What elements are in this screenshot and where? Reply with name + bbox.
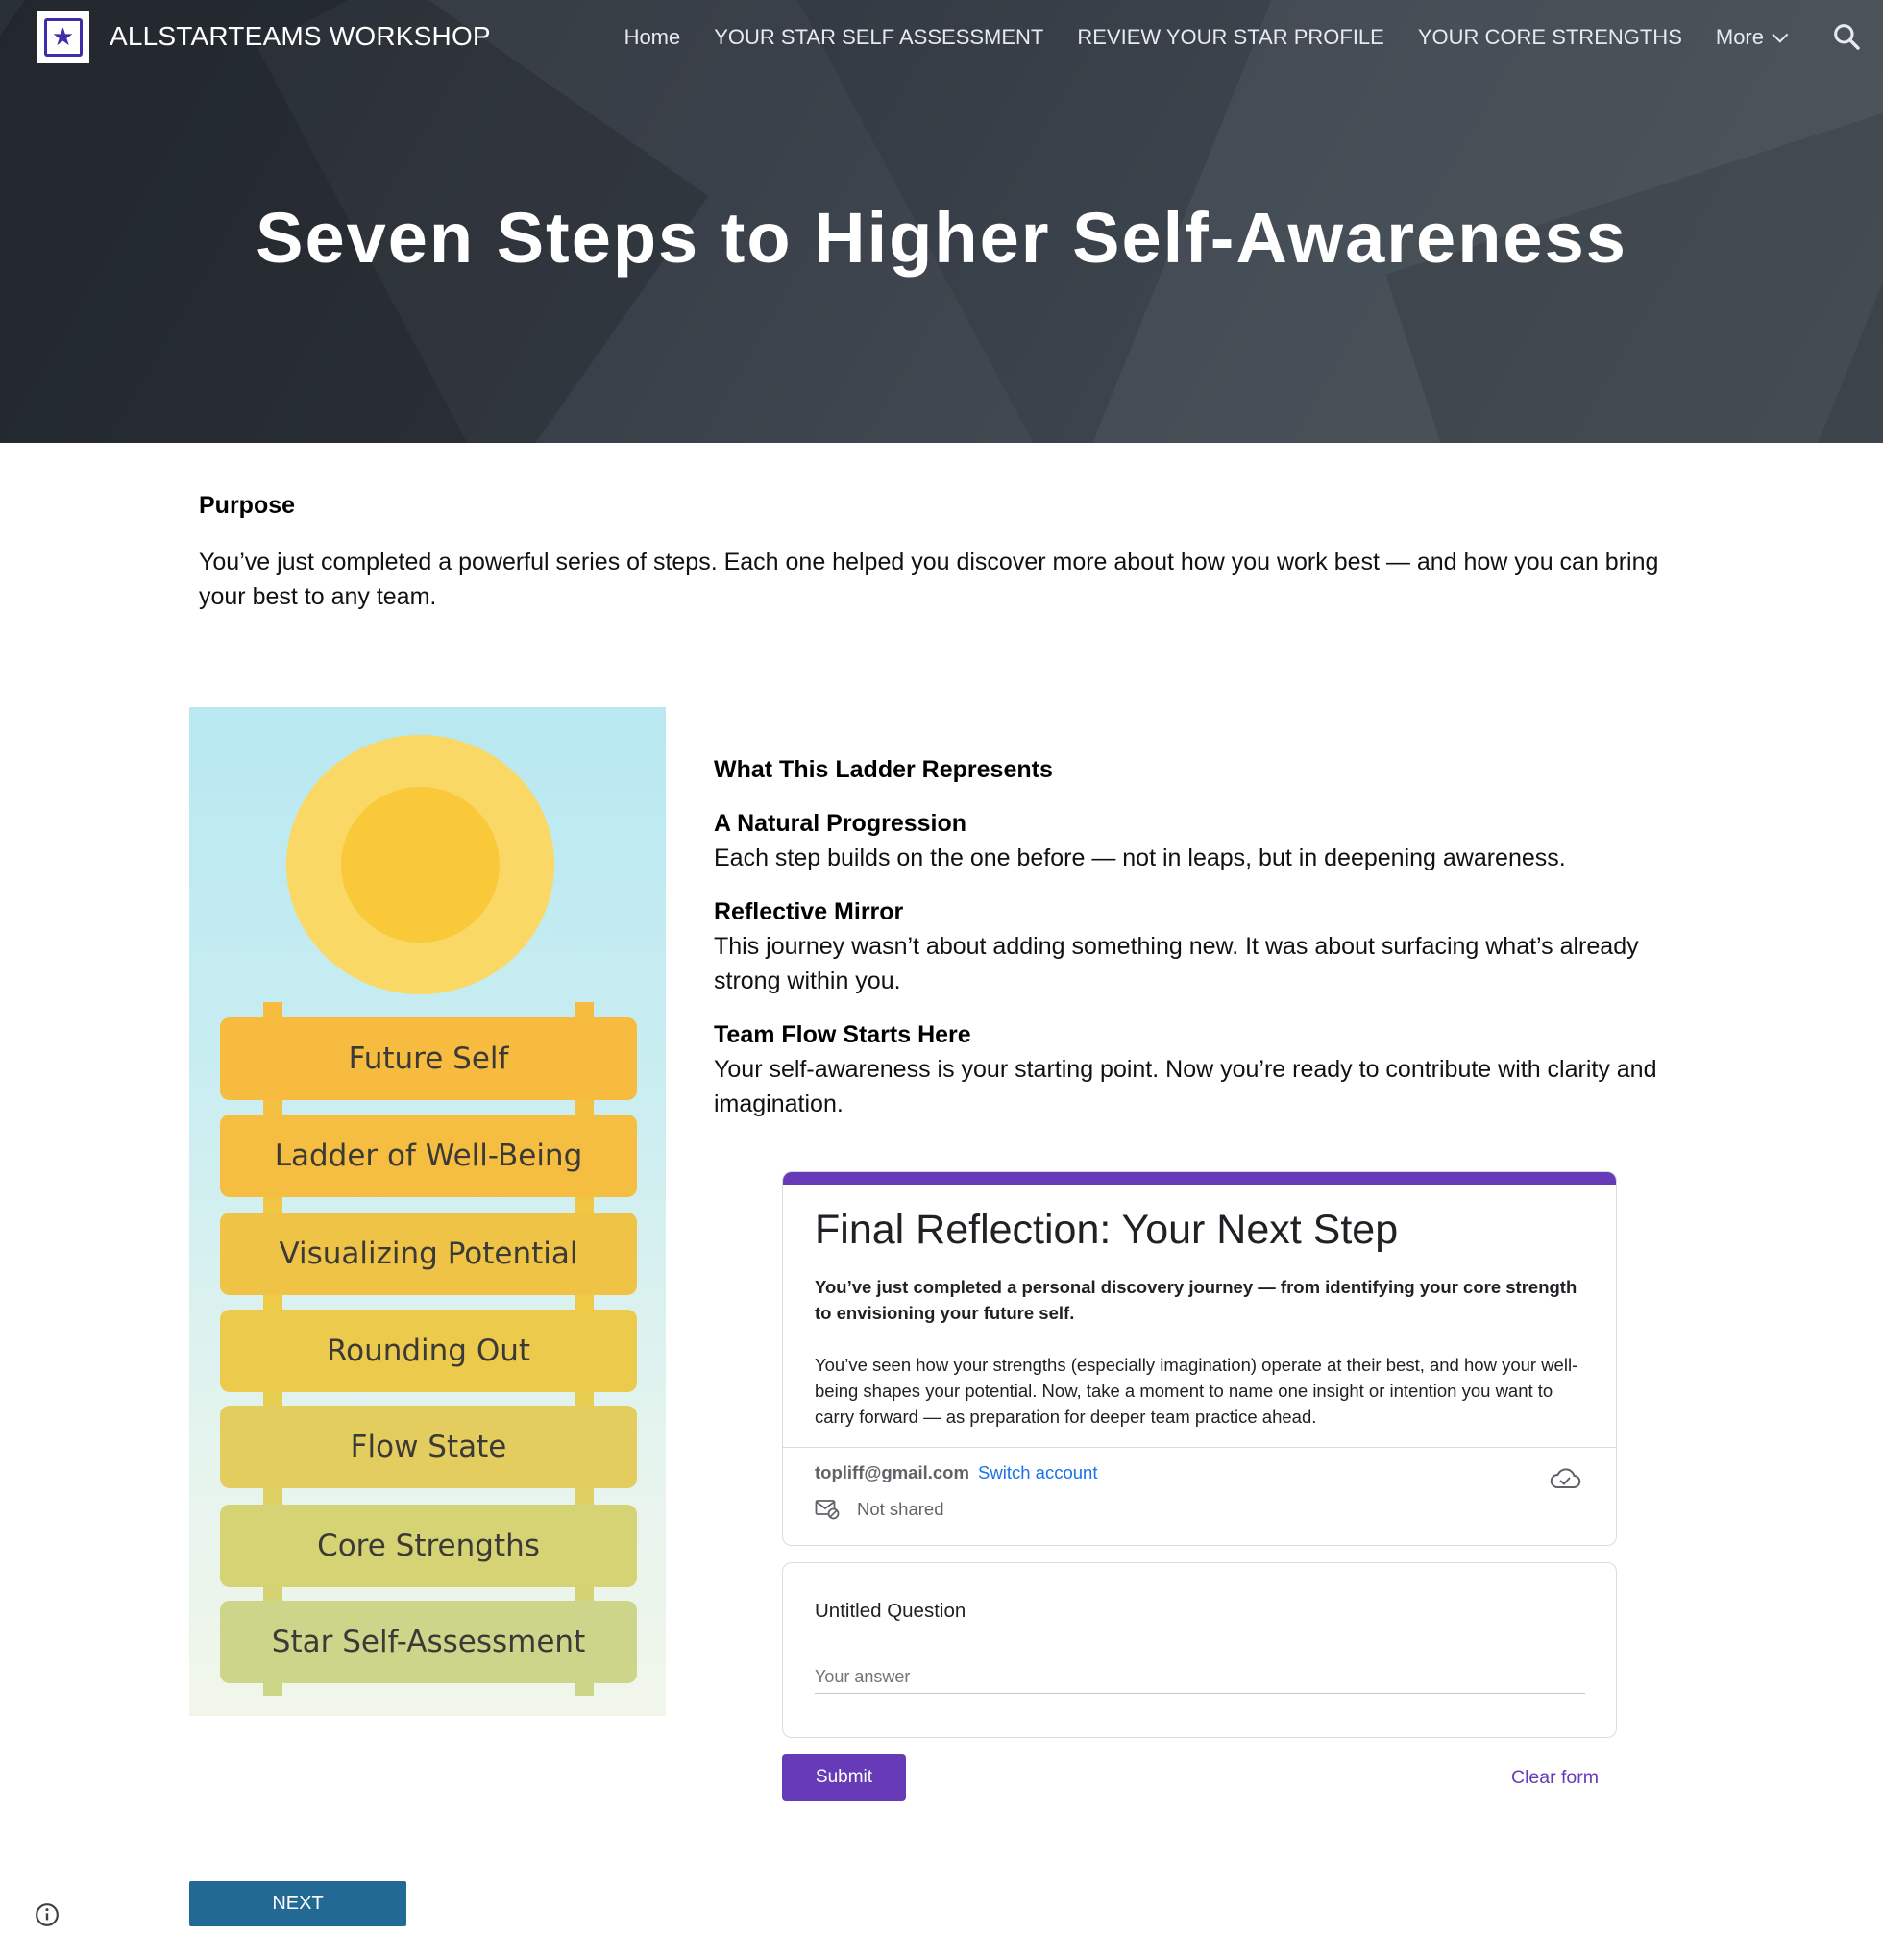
section-title: Team Flow Starts Here: [714, 1021, 971, 1048]
section-text: Each step builds on the one before — not…: [714, 845, 1566, 871]
form-description: You’ve seen how your strengths (especial…: [815, 1355, 1578, 1427]
ladder-step: Future Self: [220, 1017, 637, 1100]
submit-button[interactable]: Submit: [782, 1754, 906, 1801]
sun-core: [341, 787, 500, 943]
account-info: topliff@gmail.com Switch account: [815, 1462, 1097, 1483]
cloud-done-icon: [1550, 1468, 1581, 1488]
purpose-heading: Purpose: [199, 492, 296, 519]
ladder-step: Ladder of Well-Being: [220, 1115, 637, 1197]
section-title: A Natural Progression: [714, 810, 967, 837]
nav-star-self-assessment[interactable]: YOUR STAR SELF ASSESSMENT: [714, 25, 1043, 50]
next-button[interactable]: NEXT: [189, 1881, 406, 1926]
question-card: Untitled Question: [782, 1562, 1617, 1738]
ladder-step: Rounding Out: [220, 1310, 637, 1392]
form-intro-bold: You’ve just completed a personal discove…: [815, 1277, 1577, 1323]
ladder-info-heading: What This Ladder Represents: [714, 756, 1053, 783]
switch-account-link[interactable]: Switch account: [978, 1462, 1097, 1482]
clear-form-link[interactable]: Clear form: [1511, 1767, 1599, 1789]
divider: [783, 1447, 1616, 1448]
section-title: Reflective Mirror: [714, 898, 904, 925]
ladder-step: Star Self-Assessment: [220, 1601, 637, 1683]
not-shared-label: Not shared: [857, 1499, 944, 1519]
main-nav: Home YOUR STAR SELF ASSESSMENT REVIEW YO…: [624, 25, 1789, 50]
nav-review-star-profile[interactable]: REVIEW YOUR STAR PROFILE: [1077, 25, 1383, 50]
ladder-explanation: What This Ladder Represents A Natural Pr…: [714, 752, 1694, 1121]
chevron-down-icon: [1772, 26, 1789, 43]
search-icon[interactable]: [1831, 21, 1862, 52]
section-text: This journey wasn’t about adding somethi…: [714, 933, 1639, 994]
top-bar: ★ ALLSTARTEAMS WORKSHOP Home YOUR STAR S…: [0, 0, 1883, 75]
nav-more-label: More: [1715, 25, 1764, 49]
form-title: Final Reflection: Your Next Step: [815, 1207, 1399, 1253]
not-shared-row: Not shared: [815, 1499, 944, 1520]
site-title[interactable]: ALLSTARTEAMS WORKSHOP: [110, 21, 491, 52]
form-accent-bar: [783, 1172, 1616, 1185]
nav-core-strengths[interactable]: YOUR CORE STRENGTHS: [1418, 25, 1682, 50]
mail-not-shared-icon: [815, 1500, 840, 1520]
account-email: topliff@gmail.com: [815, 1462, 969, 1482]
purpose-text: You’ve just completed a powerful series …: [199, 549, 1659, 610]
page-title: Seven Steps to Higher Self-Awareness: [256, 198, 1627, 278]
star-logo-icon[interactable]: ★: [37, 11, 89, 63]
nav-home[interactable]: Home: [624, 25, 681, 50]
ladder-step: Flow State: [220, 1406, 637, 1488]
question-title: Untitled Question: [815, 1600, 966, 1622]
answer-input[interactable]: [815, 1661, 1585, 1694]
form-header-card: Final Reflection: Your Next Step You’ve …: [782, 1171, 1617, 1546]
ladder-image: Future Self Ladder of Well-Being Visuali…: [189, 707, 666, 1716]
nav-more[interactable]: More: [1715, 25, 1789, 50]
hero-banner: ★ ALLSTARTEAMS WORKSHOP Home YOUR STAR S…: [0, 0, 1883, 443]
info-icon[interactable]: [35, 1902, 60, 1927]
ladder-step: Core Strengths: [220, 1505, 637, 1587]
section-text: Your self-awareness is your starting poi…: [714, 1056, 1657, 1117]
ladder-step: Visualizing Potential: [220, 1213, 637, 1295]
